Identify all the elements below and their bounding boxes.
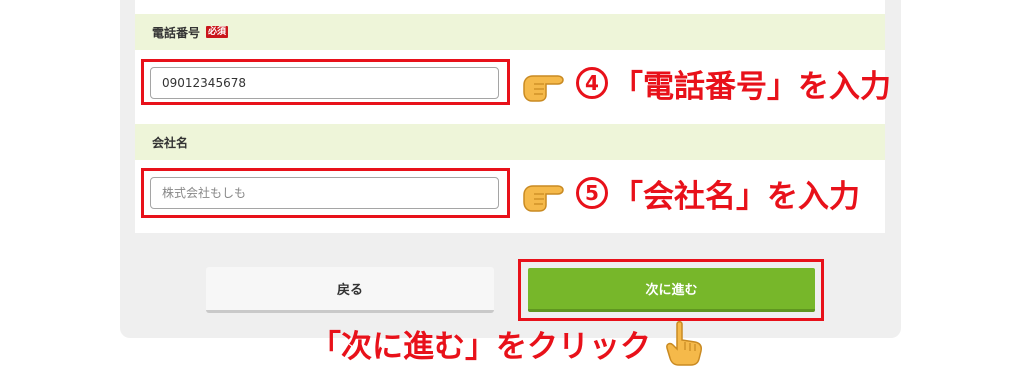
pointing-right-hand-icon [523,75,564,102]
pointing-right-hand-icon [523,185,564,212]
company-label-row: 会社名 [135,124,885,160]
company-label: 会社名 [152,135,189,150]
click-annotation-text: 「次に進む」をクリック [310,328,651,365]
phone-input[interactable] [150,67,499,99]
phone-annotation-text: 「電話番号」を入力 [612,68,891,105]
next-button[interactable]: 次に進む [528,268,815,312]
step-number-4: 4 [576,67,608,99]
phone-annotation: 4 「電話番号」を入力 [520,58,891,108]
back-button[interactable]: 戻る [206,267,494,313]
phone-label-row: 電話番号 必須 [135,14,885,50]
step-number-5: 5 [576,177,608,209]
company-annotation-text: 「会社名」を入力 [612,178,860,215]
company-annotation: 5 「会社名」を入力 [520,168,860,218]
required-badge: 必須 [206,26,229,38]
pointing-up-hand-icon [666,321,702,366]
company-input[interactable] [150,177,499,209]
click-annotation: 「次に進む」をクリック [310,318,705,368]
phone-label: 電話番号 [152,25,201,40]
